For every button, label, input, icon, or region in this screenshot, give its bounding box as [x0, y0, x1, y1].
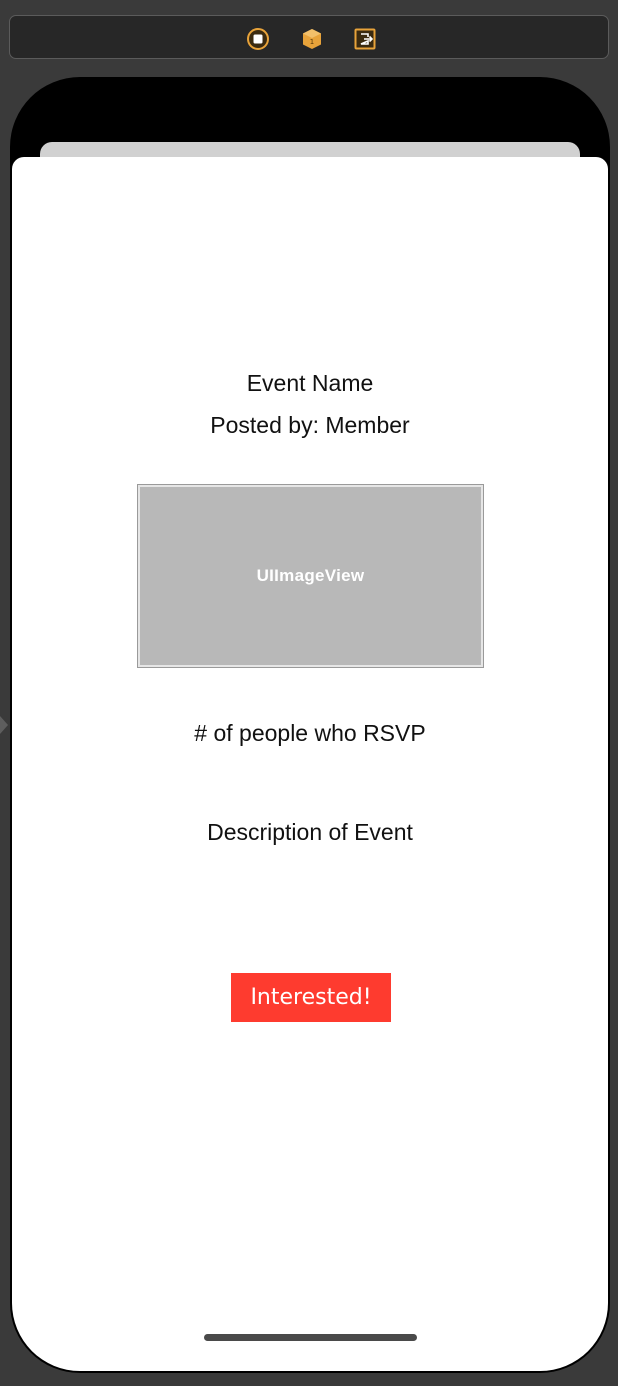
svg-text:1: 1: [310, 38, 314, 46]
scene-dock-toolbar: 1: [9, 15, 609, 59]
rsvp-count-label: # of people who RSVP: [194, 720, 426, 746]
first-responder-icon[interactable]: 1: [301, 28, 323, 50]
modal-sheet: Event Name Posted by: Member UIImageView…: [12, 157, 608, 1371]
event-image-view[interactable]: UIImageView: [137, 484, 484, 668]
posted-by-label: Posted by: Member: [210, 412, 410, 438]
home-indicator: [204, 1334, 417, 1341]
event-description-label: Description of Event: [207, 819, 413, 845]
view-controller-icon[interactable]: [247, 28, 269, 50]
image-view-placeholder-label: UIImageView: [256, 566, 365, 585]
interested-button[interactable]: Interested!: [231, 973, 391, 1022]
device-frame: Event Name Posted by: Member UIImageView…: [10, 77, 610, 1373]
exit-icon[interactable]: [354, 28, 376, 50]
event-name-label: Event Name: [246, 370, 374, 396]
segue-entry-arrow-icon: [0, 716, 8, 734]
